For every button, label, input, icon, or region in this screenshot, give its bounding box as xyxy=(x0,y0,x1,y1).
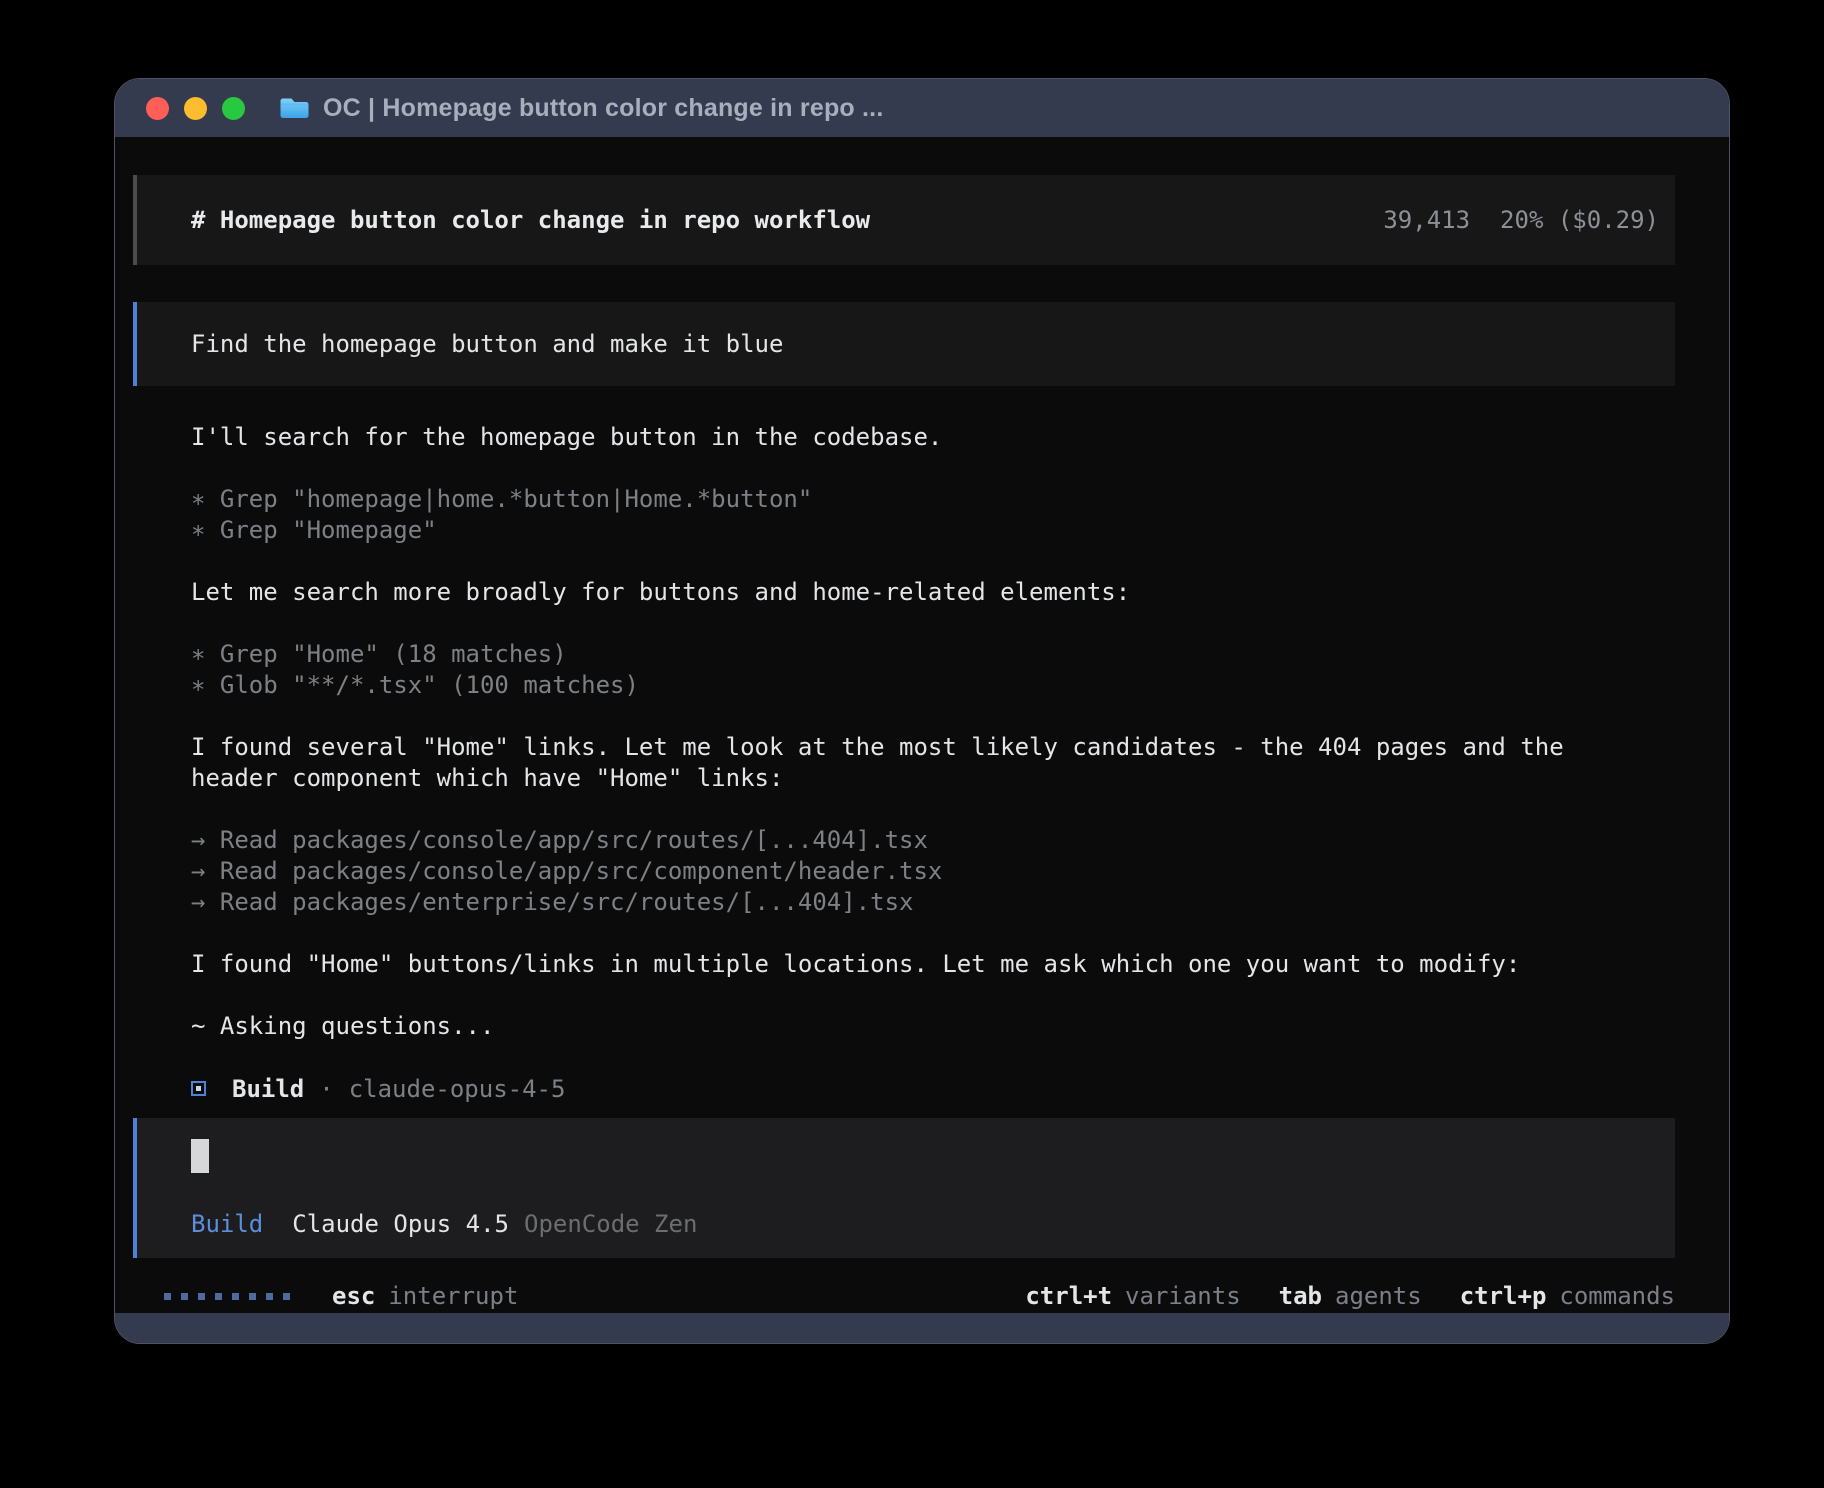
shortcut-label: commands xyxy=(1559,1282,1675,1310)
text-line: ∗ Grep "Homepage" xyxy=(191,515,1675,546)
spinner-dot xyxy=(249,1293,256,1300)
text-line: → Read packages/enterprise/src/routes/[.… xyxy=(191,887,1675,918)
shortcut-label: variants xyxy=(1125,1282,1241,1310)
shortcut-label: agents xyxy=(1335,1282,1422,1310)
input-mode-row: Build Claude Opus 4.5 OpenCode Zen xyxy=(191,1210,1659,1238)
provider-indicator: OpenCode Zen xyxy=(524,1210,697,1238)
spinner-dots xyxy=(164,1293,290,1300)
text-line: header component which have "Home" links… xyxy=(191,763,1675,794)
minimize-button[interactable] xyxy=(184,97,207,120)
spinner-dot xyxy=(266,1293,273,1300)
session-stats: 39,413 20% ($0.29) xyxy=(1383,206,1659,234)
text-line: ∗ Grep "homepage|home.*button|Home.*butt… xyxy=(191,484,1675,515)
shortcut-hint: tab agents xyxy=(1279,1282,1422,1310)
status-bar: esc interrupt ctrl+tvariantstabagentsctr… xyxy=(164,1282,1675,1310)
text-line: I found several "Home" links. Let me loo… xyxy=(191,732,1675,763)
assistant-text: I found "Home" buttons/links in multiple… xyxy=(191,949,1675,980)
window-title: OC | Homepage button color change in rep… xyxy=(323,94,883,123)
terminal-window: OC | Homepage button color change in rep… xyxy=(114,78,1730,1344)
zoom-button[interactable] xyxy=(222,97,245,120)
text-line: ∗ Grep "Home" (18 matches) xyxy=(191,639,1675,670)
tool-call-group: ∗ Grep "Home" (18 matches)∗ Glob "**/*.t… xyxy=(191,639,1675,701)
context-usage: 20% ($0.29) xyxy=(1500,206,1659,234)
tool-call-group: → Read packages/console/app/src/routes/[… xyxy=(191,825,1675,918)
prompt-input[interactable]: Build Claude Opus 4.5 OpenCode Zen xyxy=(133,1118,1675,1258)
spinner-dot xyxy=(283,1293,290,1300)
titlebar-proxy: OC | Homepage button color change in rep… xyxy=(279,94,883,123)
text-line: → Read packages/console/app/src/componen… xyxy=(191,856,1675,887)
folder-icon xyxy=(279,95,310,121)
shortcut-key: ctrl+p xyxy=(1460,1282,1547,1310)
window-titlebar[interactable]: OC | Homepage button color change in rep… xyxy=(115,79,1729,137)
window-bottom-strip xyxy=(115,1313,1729,1343)
assistant-text: I found several "Home" links. Let me loo… xyxy=(191,732,1675,794)
esc-key-hint: esc xyxy=(332,1282,375,1310)
interrupt-label: interrupt xyxy=(388,1282,518,1310)
agent-status-row: Build · claude-opus-4-5 xyxy=(191,1073,1675,1104)
assistant-text: Let me search more broadly for buttons a… xyxy=(191,577,1675,608)
session-title: # Homepage button color change in repo w… xyxy=(191,206,870,234)
traffic-lights xyxy=(146,79,245,137)
user-message-text: Find the homepage button and make it blu… xyxy=(191,330,783,358)
shortcut-key: ctrl+t xyxy=(1025,1282,1112,1310)
assistant-text: ~ Asking questions... xyxy=(191,1011,1675,1042)
shortcut-key: tab xyxy=(1279,1282,1322,1310)
text-line: → Read packages/console/app/src/routes/[… xyxy=(191,825,1675,856)
session-header: # Homepage button color change in repo w… xyxy=(133,175,1675,265)
build-agent-icon xyxy=(191,1081,206,1096)
text-line: I'll search for the homepage button in t… xyxy=(191,422,1675,453)
model-indicator: Claude Opus 4.5 xyxy=(292,1210,509,1238)
status-bar-shortcuts: ctrl+t variants tab agents ctrl+p commands xyxy=(1025,1282,1675,1310)
text-line: ∗ Glob "**/*.tsx" (100 matches) xyxy=(191,670,1675,701)
spinner-dot xyxy=(164,1293,171,1300)
token-count: 39,413 xyxy=(1383,206,1470,234)
spinner-dot xyxy=(215,1293,222,1300)
close-button[interactable] xyxy=(146,97,169,120)
agent-name: Build xyxy=(232,1075,304,1103)
user-message: Find the homepage button and make it blu… xyxy=(133,302,1675,386)
spinner-dot xyxy=(198,1293,205,1300)
conversation: I'll search for the homepage button in t… xyxy=(191,422,1675,1042)
shortcut-hint: ctrl+p commands xyxy=(1460,1282,1675,1310)
text-line: Let me search more broadly for buttons a… xyxy=(191,577,1675,608)
spinner-dot xyxy=(232,1293,239,1300)
mode-indicator: Build xyxy=(191,1210,263,1238)
shortcut-hint: ctrl+t variants xyxy=(1025,1282,1240,1310)
spinner-dot xyxy=(181,1293,188,1300)
text-line: I found "Home" buttons/links in multiple… xyxy=(191,949,1675,980)
assistant-text: I'll search for the homepage button in t… xyxy=(191,422,1675,453)
terminal-content: # Homepage button color change in repo w… xyxy=(115,175,1729,1310)
tool-call-group: ∗ Grep "homepage|home.*button|Home.*butt… xyxy=(191,484,1675,546)
text-cursor xyxy=(191,1139,209,1173)
text-line: ~ Asking questions... xyxy=(191,1011,1675,1042)
agent-separator: · xyxy=(319,1075,333,1103)
agent-model: claude-opus-4-5 xyxy=(349,1075,566,1103)
